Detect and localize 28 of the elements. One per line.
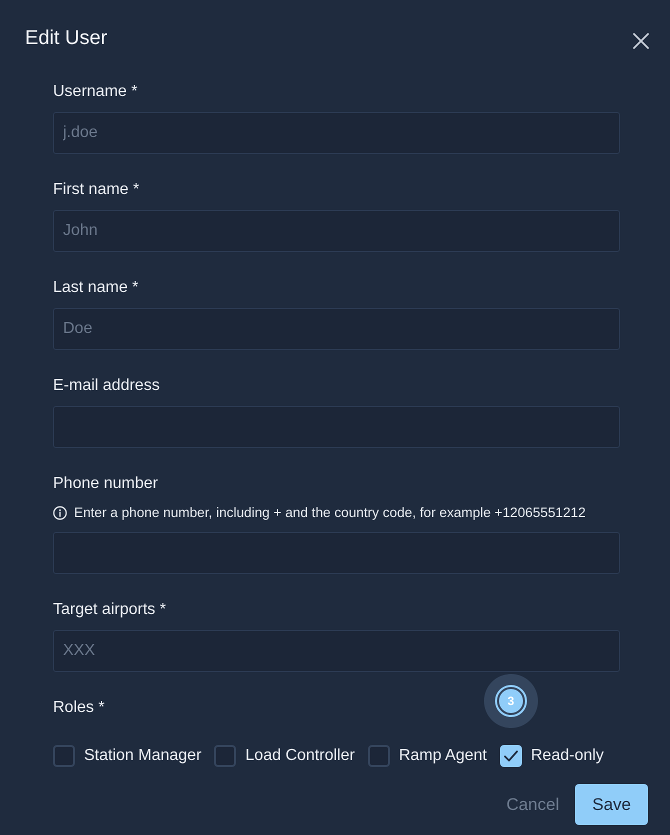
input-field[interactable]: Doe xyxy=(53,308,620,350)
checkbox-label: Load Controller xyxy=(245,746,355,766)
checkbox-label: Read-only xyxy=(530,746,604,766)
field-label: Username * xyxy=(53,82,138,102)
check-icon xyxy=(504,750,518,762)
input-field[interactable]: John xyxy=(53,210,620,252)
checkbox-label: Station Manager xyxy=(84,746,202,766)
input-field[interactable] xyxy=(53,406,620,448)
info-icon xyxy=(53,506,67,520)
field-label: Phone number xyxy=(53,474,158,494)
field-label: First name * xyxy=(53,180,140,200)
save-button[interactable]: Save xyxy=(575,784,648,825)
field-label: E-mail address xyxy=(53,376,160,396)
field-label: Target airports * xyxy=(53,600,166,620)
checkbox[interactable] xyxy=(368,745,390,767)
dialog-title: Edit User xyxy=(25,26,108,50)
checkbox-label: Ramp Agent xyxy=(398,746,487,766)
close-button[interactable] xyxy=(632,32,650,50)
input-field[interactable]: XXX xyxy=(53,630,620,672)
checkbox[interactable] xyxy=(214,745,236,767)
field-label: Last name * xyxy=(53,278,138,298)
input-field[interactable] xyxy=(53,532,620,574)
cancel-button[interactable]: Cancel xyxy=(492,784,574,825)
field-hint: Enter a phone number, including + and the country code, for example +12065551212 xyxy=(74,504,586,522)
checkbox[interactable] xyxy=(53,745,75,767)
close-icon xyxy=(633,33,649,49)
field-label: Roles * xyxy=(53,698,105,718)
step-marker[interactable]: 3 xyxy=(484,674,538,728)
